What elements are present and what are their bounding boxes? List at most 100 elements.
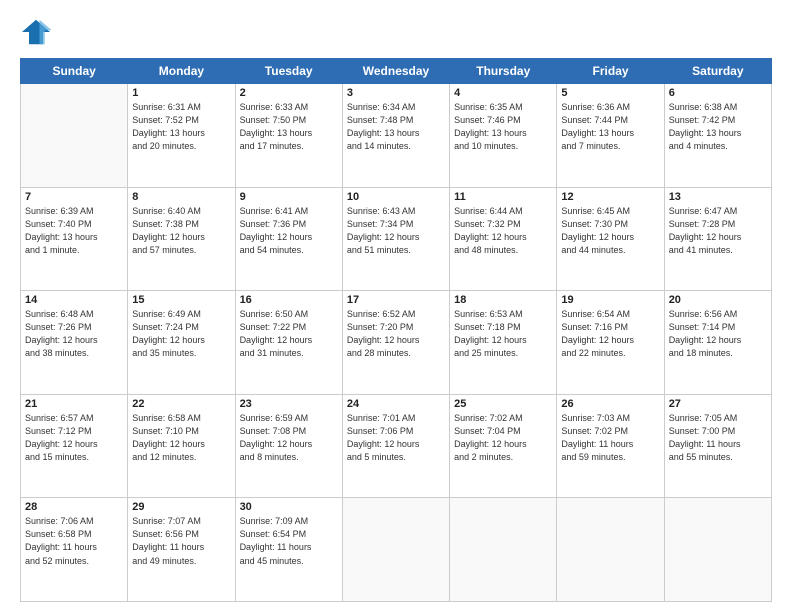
day-number: 8	[132, 191, 230, 203]
day-info: Sunrise: 6:49 AMSunset: 7:24 PMDaylight:…	[132, 308, 230, 360]
day-number: 29	[132, 501, 230, 513]
calendar-cell	[664, 498, 771, 602]
calendar-cell: 2 Sunrise: 6:33 AMSunset: 7:50 PMDaylight…	[235, 84, 342, 188]
day-number: 22	[132, 398, 230, 410]
day-of-week-wednesday: Wednesday	[342, 59, 449, 84]
calendar-cell: 10Sunrise: 6:43 AMSunset: 7:34 PMDayligh…	[342, 187, 449, 291]
calendar-cell: 21 Sunrise: 6:57 AMSunset: 7:12 PMDayligh…	[21, 394, 128, 498]
calendar-cell: 17 Sunrise: 6:52 AMSunset: 7:20 PMDayligh…	[342, 291, 449, 395]
calendar-cell: 24Sunrise: 7:01 AMSunset: 7:06 PMDayligh…	[342, 394, 449, 498]
day-number: 4	[454, 87, 552, 99]
calendar-cell	[21, 84, 128, 188]
logo-icon	[20, 18, 52, 46]
day-number: 6	[669, 87, 767, 99]
calendar-cell: 3Sunrise: 6:34 AMSunset: 7:48 PMDaylight…	[342, 84, 449, 188]
day-number: 25	[454, 398, 552, 410]
day-of-week-thursday: Thursday	[450, 59, 557, 84]
day-number: 7	[25, 191, 123, 203]
calendar-cell: 7 Sunrise: 6:39 AMSunset: 7:40 PMDaylight…	[21, 187, 128, 291]
day-info: Sunrise: 6:40 AMSunset: 7:38 PMDaylight:…	[132, 205, 230, 257]
day-info: Sunrise: 6:58 AMSunset: 7:10 PMDaylight:…	[132, 412, 230, 464]
calendar-week-3: 21 Sunrise: 6:57 AMSunset: 7:12 PMDayligh…	[21, 394, 772, 498]
day-number: 12	[561, 191, 659, 203]
day-number: 30	[240, 501, 338, 513]
day-info: Sunrise: 6:31 AMSunset: 7:52 PMDaylight:…	[132, 101, 230, 153]
day-number: 13	[669, 191, 767, 203]
day-number: 21	[25, 398, 123, 410]
calendar-cell	[557, 498, 664, 602]
calendar-cell: 30 Sunrise: 7:09 AMSunset: 6:54 PMDayligh…	[235, 498, 342, 602]
day-info: Sunrise: 7:03 AMSunset: 7:02 PMDaylight:…	[561, 412, 659, 464]
calendar-cell	[450, 498, 557, 602]
day-number: 1	[132, 87, 230, 99]
calendar-cell: 11 Sunrise: 6:44 AMSunset: 7:32 PMDayligh…	[450, 187, 557, 291]
calendar-cell: 19 Sunrise: 6:54 AMSunset: 7:16 PMDayligh…	[557, 291, 664, 395]
day-info: Sunrise: 6:52 AMSunset: 7:20 PMDaylight:…	[347, 308, 445, 360]
day-number: 20	[669, 294, 767, 306]
day-number: 27	[669, 398, 767, 410]
calendar-cell: 29 Sunrise: 7:07 AMSunset: 6:56 PMDayligh…	[128, 498, 235, 602]
day-info: Sunrise: 6:38 AMSunset: 7:42 PMDaylight:…	[669, 101, 767, 153]
day-number: 24	[347, 398, 445, 410]
day-of-week-sunday: Sunday	[21, 59, 128, 84]
days-of-week-row: SundayMondayTuesdayWednesdayThursdayFrid…	[21, 59, 772, 84]
day-number: 11	[454, 191, 552, 203]
day-info: Sunrise: 6:44 AMSunset: 7:32 PMDaylight:…	[454, 205, 552, 257]
day-number: 28	[25, 501, 123, 513]
header	[20, 18, 772, 46]
day-number: 10	[347, 191, 445, 203]
day-info: Sunrise: 7:07 AMSunset: 6:56 PMDaylight:…	[132, 515, 230, 567]
calendar-table: SundayMondayTuesdayWednesdayThursdayFrid…	[20, 58, 772, 602]
calendar-cell: 28 Sunrise: 7:06 AMSunset: 6:58 PMDayligh…	[21, 498, 128, 602]
day-info: Sunrise: 7:05 AMSunset: 7:00 PMDaylight:…	[669, 412, 767, 464]
calendar-cell: 16 Sunrise: 6:50 AMSunset: 7:22 PMDayligh…	[235, 291, 342, 395]
calendar-cell: 12 Sunrise: 6:45 AMSunset: 7:30 PMDayligh…	[557, 187, 664, 291]
day-info: Sunrise: 6:50 AMSunset: 7:22 PMDaylight:…	[240, 308, 338, 360]
calendar-cell: 23Sunrise: 6:59 AMSunset: 7:08 PMDayligh…	[235, 394, 342, 498]
day-info: Sunrise: 7:06 AMSunset: 6:58 PMDaylight:…	[25, 515, 123, 567]
day-info: Sunrise: 6:47 AMSunset: 7:28 PMDaylight:…	[669, 205, 767, 257]
day-number: 5	[561, 87, 659, 99]
day-number: 3	[347, 87, 445, 99]
day-number: 26	[561, 398, 659, 410]
day-of-week-tuesday: Tuesday	[235, 59, 342, 84]
calendar-cell: 22 Sunrise: 6:58 AMSunset: 7:10 PMDayligh…	[128, 394, 235, 498]
calendar-cell	[342, 498, 449, 602]
day-number: 18	[454, 294, 552, 306]
calendar-cell: 20Sunrise: 6:56 AMSunset: 7:14 PMDayligh…	[664, 291, 771, 395]
day-number: 9	[240, 191, 338, 203]
calendar-cell: 8 Sunrise: 6:40 AMSunset: 7:38 PMDaylight…	[128, 187, 235, 291]
day-info: Sunrise: 6:59 AMSunset: 7:08 PMDaylight:…	[240, 412, 338, 464]
day-info: Sunrise: 6:35 AMSunset: 7:46 PMDaylight:…	[454, 101, 552, 153]
calendar-cell: 15 Sunrise: 6:49 AMSunset: 7:24 PMDayligh…	[128, 291, 235, 395]
calendar-week-4: 28 Sunrise: 7:06 AMSunset: 6:58 PMDayligh…	[21, 498, 772, 602]
day-info: Sunrise: 6:57 AMSunset: 7:12 PMDaylight:…	[25, 412, 123, 464]
day-info: Sunrise: 6:53 AMSunset: 7:18 PMDaylight:…	[454, 308, 552, 360]
day-of-week-saturday: Saturday	[664, 59, 771, 84]
calendar-cell: 25 Sunrise: 7:02 AMSunset: 7:04 PMDayligh…	[450, 394, 557, 498]
day-number: 15	[132, 294, 230, 306]
calendar-cell: 4 Sunrise: 6:35 AMSunset: 7:46 PMDaylight…	[450, 84, 557, 188]
calendar-cell: 26 Sunrise: 7:03 AMSunset: 7:02 PMDayligh…	[557, 394, 664, 498]
day-number: 14	[25, 294, 123, 306]
day-info: Sunrise: 7:09 AMSunset: 6:54 PMDaylight:…	[240, 515, 338, 567]
day-info: Sunrise: 6:41 AMSunset: 7:36 PMDaylight:…	[240, 205, 338, 257]
day-info: Sunrise: 6:54 AMSunset: 7:16 PMDaylight:…	[561, 308, 659, 360]
calendar-cell: 18 Sunrise: 6:53 AMSunset: 7:18 PMDayligh…	[450, 291, 557, 395]
calendar-cell: 6 Sunrise: 6:38 AMSunset: 7:42 PMDaylight…	[664, 84, 771, 188]
day-info: Sunrise: 6:45 AMSunset: 7:30 PMDaylight:…	[561, 205, 659, 257]
day-info: Sunrise: 6:48 AMSunset: 7:26 PMDaylight:…	[25, 308, 123, 360]
day-number: 16	[240, 294, 338, 306]
day-info: Sunrise: 6:39 AMSunset: 7:40 PMDaylight:…	[25, 205, 123, 257]
day-number: 19	[561, 294, 659, 306]
day-info: Sunrise: 6:33 AMSunset: 7:50 PMDaylight:…	[240, 101, 338, 153]
day-number: 17	[347, 294, 445, 306]
day-info: Sunrise: 6:36 AMSunset: 7:44 PMDaylight:…	[561, 101, 659, 153]
calendar-week-0: 1 Sunrise: 6:31 AMSunset: 7:52 PMDaylight…	[21, 84, 772, 188]
day-info: Sunrise: 7:02 AMSunset: 7:04 PMDaylight:…	[454, 412, 552, 464]
day-of-week-friday: Friday	[557, 59, 664, 84]
calendar-header: SundayMondayTuesdayWednesdayThursdayFrid…	[21, 59, 772, 84]
day-number: 2	[240, 87, 338, 99]
calendar-cell: 9 Sunrise: 6:41 AMSunset: 7:36 PMDaylight…	[235, 187, 342, 291]
day-of-week-monday: Monday	[128, 59, 235, 84]
